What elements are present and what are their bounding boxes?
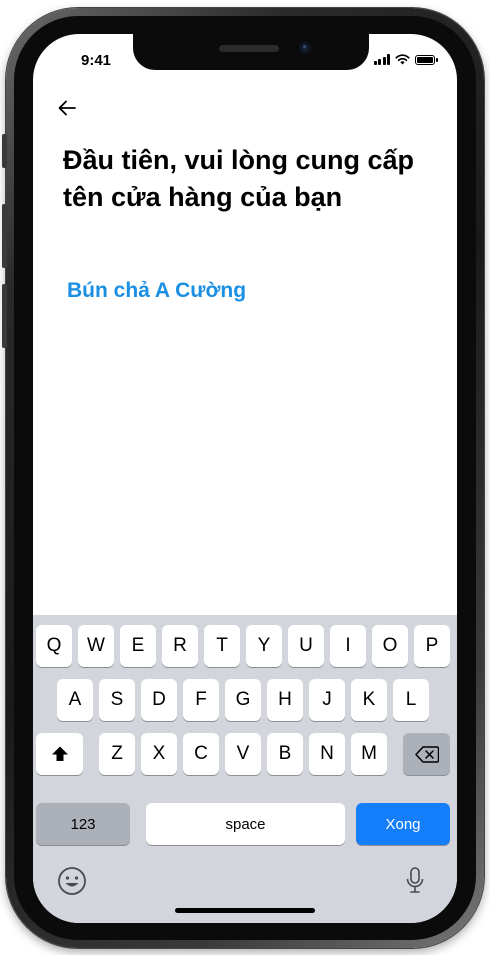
key-m[interactable]: M <box>351 733 387 775</box>
arrow-left-icon <box>58 100 76 116</box>
key-r[interactable]: R <box>162 625 198 667</box>
key-l[interactable]: L <box>393 679 429 721</box>
key-o[interactable]: O <box>372 625 408 667</box>
volume-down-button <box>2 284 7 348</box>
key-j[interactable]: J <box>309 679 345 721</box>
key-i[interactable]: I <box>330 625 366 667</box>
screen: 9:41 Đầu tiên, vui lòng cung cấp tên cửa… <box>33 34 457 923</box>
front-camera-icon <box>299 42 311 54</box>
home-indicator[interactable] <box>175 908 315 913</box>
done-key[interactable]: Xong <box>356 803 450 845</box>
smiley-face-icon <box>58 867 86 895</box>
key-t[interactable]: T <box>204 625 240 667</box>
notch <box>133 34 369 70</box>
status-time: 9:41 <box>81 52 112 69</box>
key-p[interactable]: P <box>414 625 450 667</box>
key-u[interactable]: U <box>288 625 324 667</box>
backspace-icon <box>414 745 439 763</box>
page-title: Đầu tiên, vui lòng cung cấp tên cửa hàng… <box>63 145 415 212</box>
numbers-key[interactable]: 123 <box>36 803 130 845</box>
silent-switch <box>2 134 7 168</box>
key-k[interactable]: K <box>351 679 387 721</box>
cellular-signal-icon <box>373 54 390 65</box>
shift-key[interactable] <box>36 733 83 775</box>
emoji-button[interactable] <box>55 864 89 898</box>
key-b[interactable]: B <box>267 733 303 775</box>
key-h[interactable]: H <box>267 679 303 721</box>
store-name-input[interactable] <box>67 274 427 308</box>
dictation-button[interactable] <box>398 864 432 898</box>
key-a[interactable]: A <box>57 679 93 721</box>
key-f[interactable]: F <box>183 679 219 721</box>
space-key[interactable]: space <box>146 803 345 845</box>
status-icons <box>373 54 438 65</box>
key-w[interactable]: W <box>78 625 114 667</box>
key-z[interactable]: Z <box>99 733 135 775</box>
key-d[interactable]: D <box>141 679 177 721</box>
key-v[interactable]: V <box>225 733 261 775</box>
speaker-grille <box>219 45 279 52</box>
delete-key[interactable] <box>403 733 450 775</box>
key-x[interactable]: X <box>141 733 177 775</box>
key-e[interactable]: E <box>120 625 156 667</box>
wifi-icon <box>395 54 410 65</box>
keyboard: Q W E R T Y U I O P A S D F G H J K L Z … <box>33 615 457 923</box>
key-s[interactable]: S <box>99 679 135 721</box>
key-c[interactable]: C <box>183 733 219 775</box>
volume-up-button <box>2 204 7 268</box>
microphone-icon <box>406 867 424 893</box>
key-q[interactable]: Q <box>36 625 72 667</box>
key-y[interactable]: Y <box>246 625 282 667</box>
key-g[interactable]: G <box>225 679 261 721</box>
shift-arrow-icon <box>51 746 68 761</box>
battery-icon <box>415 54 438 65</box>
back-button[interactable] <box>53 94 81 122</box>
key-n[interactable]: N <box>309 733 345 775</box>
